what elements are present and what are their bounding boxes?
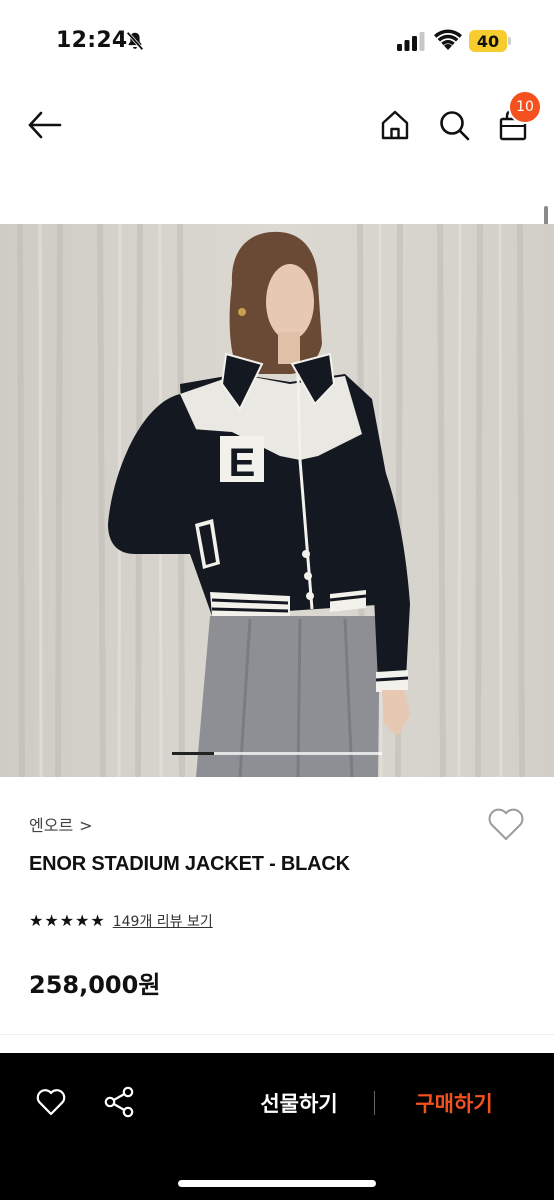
status-time: 12:24 — [56, 28, 128, 53]
battery-nub — [508, 37, 511, 45]
back-arrow-icon[interactable] — [26, 108, 64, 142]
rating-row: ★ ★ ★ ★ ★ 149개 리뷰 보기 — [29, 911, 213, 931]
bottom-action-bar: 선물하기 구매하기 — [0, 1053, 554, 1200]
share-icon[interactable] — [103, 1085, 135, 1119]
product-price: 258,000원 — [29, 971, 161, 999]
svg-text:E: E — [229, 441, 256, 485]
battery-indicator: 40 — [469, 30, 507, 52]
top-navigation: 10 — [0, 90, 554, 160]
product-image[interactable]: E — [0, 224, 554, 777]
home-icon[interactable] — [378, 108, 412, 142]
wifi-icon — [434, 29, 462, 50]
heart-outline-icon[interactable] — [486, 806, 526, 842]
brand-link[interactable]: 엔오르 > — [29, 812, 93, 836]
product-title: ENOR STADIUM JACKET - BLACK — [29, 853, 350, 875]
brand-name: 엔오르 — [29, 816, 74, 835]
gift-button[interactable]: 선물하기 — [237, 1085, 361, 1121]
star-icon: ★ — [75, 911, 90, 930]
chevron-right-icon: > — [79, 816, 93, 835]
signal-icon — [397, 32, 425, 51]
heart-icon[interactable] — [35, 1087, 67, 1117]
product-photo: E — [0, 224, 554, 777]
carousel-progress-thumb — [172, 752, 214, 755]
star-icon: ★ — [44, 911, 59, 930]
cart-count-badge: 10 — [508, 90, 542, 124]
star-icon: ★ — [59, 911, 75, 930]
bell-slash-icon — [126, 31, 144, 51]
star-icon: ★ — [90, 911, 105, 930]
buy-button[interactable]: 구매하기 — [392, 1085, 516, 1121]
star-icon: ★ — [29, 911, 44, 930]
review-link[interactable]: 149개 리뷰 보기 — [113, 911, 213, 931]
status-bar: 12:24 40 — [0, 0, 554, 80]
button-separator — [374, 1091, 375, 1115]
search-icon[interactable] — [437, 108, 471, 142]
home-indicator[interactable] — [178, 1180, 376, 1187]
divider — [0, 1034, 554, 1035]
